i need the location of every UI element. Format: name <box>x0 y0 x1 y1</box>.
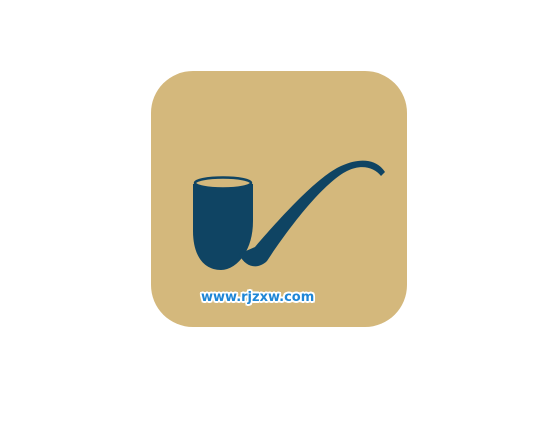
watermark-text: www.rjzxw.com <box>201 290 315 305</box>
pipe-bowl-rim <box>193 176 253 190</box>
canvas: www.rjzxw.com <box>0 0 552 426</box>
